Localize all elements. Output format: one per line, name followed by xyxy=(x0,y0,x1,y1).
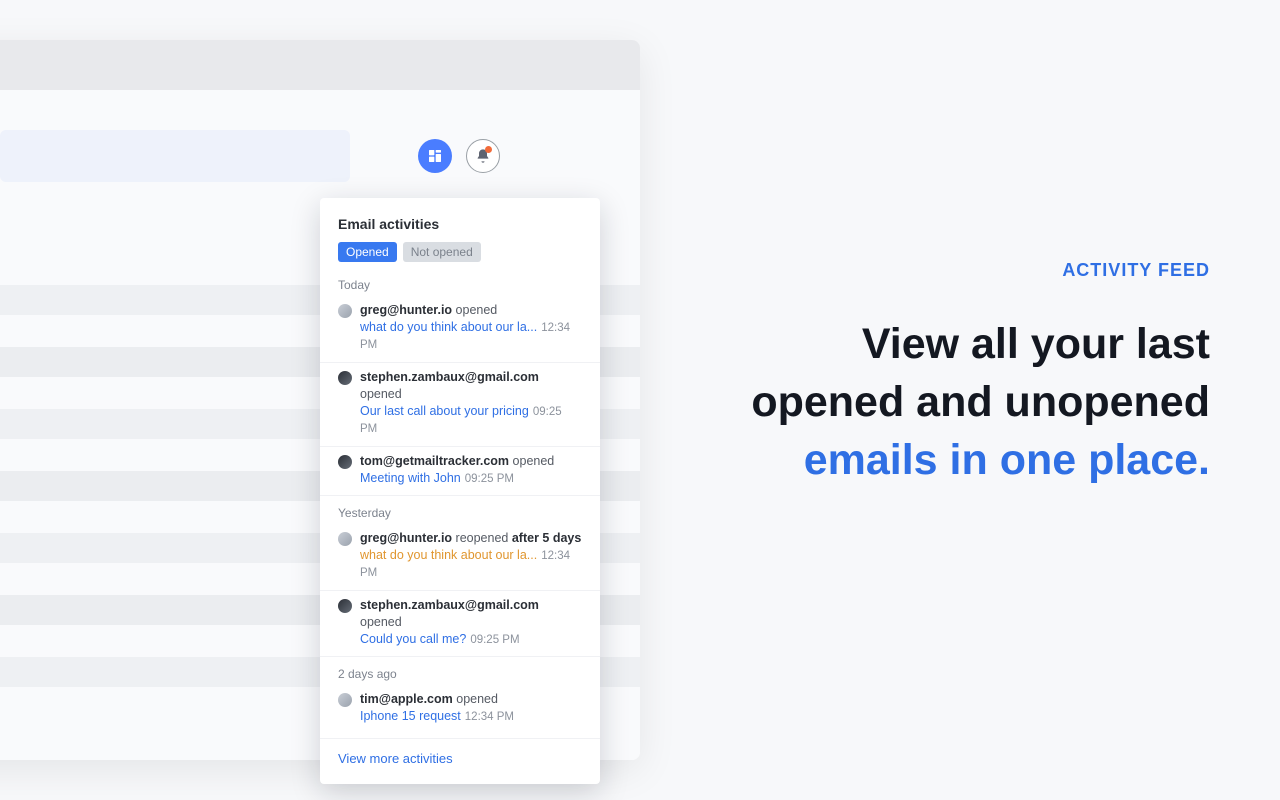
notification-dot xyxy=(485,146,492,153)
activity-line2: what do you think about our la...12:34 P… xyxy=(360,547,582,582)
activity-action: opened xyxy=(509,454,554,468)
tab-not-opened[interactable]: Not opened xyxy=(403,242,481,262)
avatar xyxy=(338,371,352,385)
group-label: Today xyxy=(320,268,600,296)
activity-body: tom@getmailtracker.com opened Meeting wi… xyxy=(360,453,554,487)
popover-title: Email activities xyxy=(320,216,600,242)
toolbar xyxy=(0,126,640,186)
activity-action: opened xyxy=(360,387,402,401)
activity-email: greg@hunter.io xyxy=(360,531,452,545)
activity-body: greg@hunter.io reopened after 5 dayswhat… xyxy=(360,530,582,582)
email-activities-popover: Email activities Opened Not opened Today… xyxy=(320,198,600,784)
activity-subject[interactable]: what do you think about our la... xyxy=(360,548,537,562)
search-input[interactable] xyxy=(0,130,350,182)
promo-headline: View all your last opened and unopened e… xyxy=(680,315,1210,489)
activity-item[interactable]: tim@apple.com opened Iphone 15 request 12… xyxy=(320,685,600,733)
activity-subject[interactable]: Could you call me? xyxy=(360,632,466,646)
activity-line2: Iphone 15 request 12:34 PM xyxy=(360,708,514,726)
activity-action: opened xyxy=(452,303,497,317)
notifications-button[interactable] xyxy=(466,139,500,173)
activity-suffix: after 5 days xyxy=(512,531,581,545)
dashboard-button[interactable] xyxy=(418,139,452,173)
activity-body: stephen.zambaux@gmail.com opened Could y… xyxy=(360,597,582,648)
promo-block: ACTIVITY FEED View all your last opened … xyxy=(680,260,1210,489)
activity-email: tom@getmailtracker.com xyxy=(360,454,509,468)
tab-opened[interactable]: Opened xyxy=(338,242,397,262)
activity-body: greg@hunter.io opened what do you think … xyxy=(360,302,582,354)
activity-email: stephen.zambaux@gmail.com xyxy=(360,598,539,612)
avatar xyxy=(338,532,352,546)
activity-line2: what do you think about our la...12:34 P… xyxy=(360,319,582,354)
promo-line2: opened and unopened xyxy=(751,378,1210,426)
promo-line1: View all your last xyxy=(862,320,1210,368)
activity-subject[interactable]: what do you think about our la... xyxy=(360,320,537,334)
activity-line2: Meeting with John 09:25 PM xyxy=(360,470,554,488)
activity-item[interactable]: stephen.zambaux@gmail.com opened Could y… xyxy=(320,591,600,657)
activity-time: 09:25 PM xyxy=(465,473,514,485)
activity-line2: Could you call me? 09:25 PM xyxy=(360,631,582,649)
activity-line1: greg@hunter.io opened xyxy=(360,302,582,319)
activity-email: greg@hunter.io xyxy=(360,303,452,317)
activity-line2: Our last call about your pricing09:25 PM xyxy=(360,403,582,438)
activity-email: tim@apple.com xyxy=(360,692,453,706)
activity-subject[interactable]: Our last call about your pricing xyxy=(360,404,529,418)
activity-time: 12:34 PM xyxy=(465,711,514,723)
activity-action: reopened xyxy=(452,531,512,545)
activity-body: tim@apple.com opened Iphone 15 request 12… xyxy=(360,691,514,725)
avatar xyxy=(338,455,352,469)
activity-line1: greg@hunter.io reopened after 5 days xyxy=(360,530,582,547)
activity-action: opened xyxy=(453,692,498,706)
group-label: 2 days ago xyxy=(320,657,600,685)
avatar xyxy=(338,304,352,318)
activity-item[interactable]: greg@hunter.io reopened after 5 dayswhat… xyxy=(320,524,600,591)
activity-time: 09:25 PM xyxy=(470,634,519,646)
view-more-link[interactable]: View more activities xyxy=(320,738,600,770)
group-label: Yesterday xyxy=(320,496,600,524)
activity-email: stephen.zambaux@gmail.com xyxy=(360,370,539,384)
activity-line1: stephen.zambaux@gmail.com opened xyxy=(360,369,582,403)
activity-item[interactable]: stephen.zambaux@gmail.com opened Our las… xyxy=(320,363,600,447)
activity-line1: tom@getmailtracker.com opened xyxy=(360,453,554,470)
activity-item[interactable]: tom@getmailtracker.com opened Meeting wi… xyxy=(320,447,600,496)
activity-subject[interactable]: Iphone 15 request xyxy=(360,709,461,723)
dashboard-icon xyxy=(427,148,443,164)
activity-action: opened xyxy=(360,615,402,629)
activity-subject[interactable]: Meeting with John xyxy=(360,471,461,485)
activity-body: stephen.zambaux@gmail.com opened Our las… xyxy=(360,369,582,438)
promo-line3: emails in one place. xyxy=(804,436,1210,484)
avatar xyxy=(338,599,352,613)
activity-line1: stephen.zambaux@gmail.com opened xyxy=(360,597,582,631)
app-titlebar xyxy=(0,40,640,90)
activity-line1: tim@apple.com opened xyxy=(360,691,514,708)
popover-tabs: Opened Not opened xyxy=(320,242,600,268)
avatar xyxy=(338,693,352,707)
promo-eyebrow: ACTIVITY FEED xyxy=(680,260,1210,281)
activity-item[interactable]: greg@hunter.io opened what do you think … xyxy=(320,296,600,363)
